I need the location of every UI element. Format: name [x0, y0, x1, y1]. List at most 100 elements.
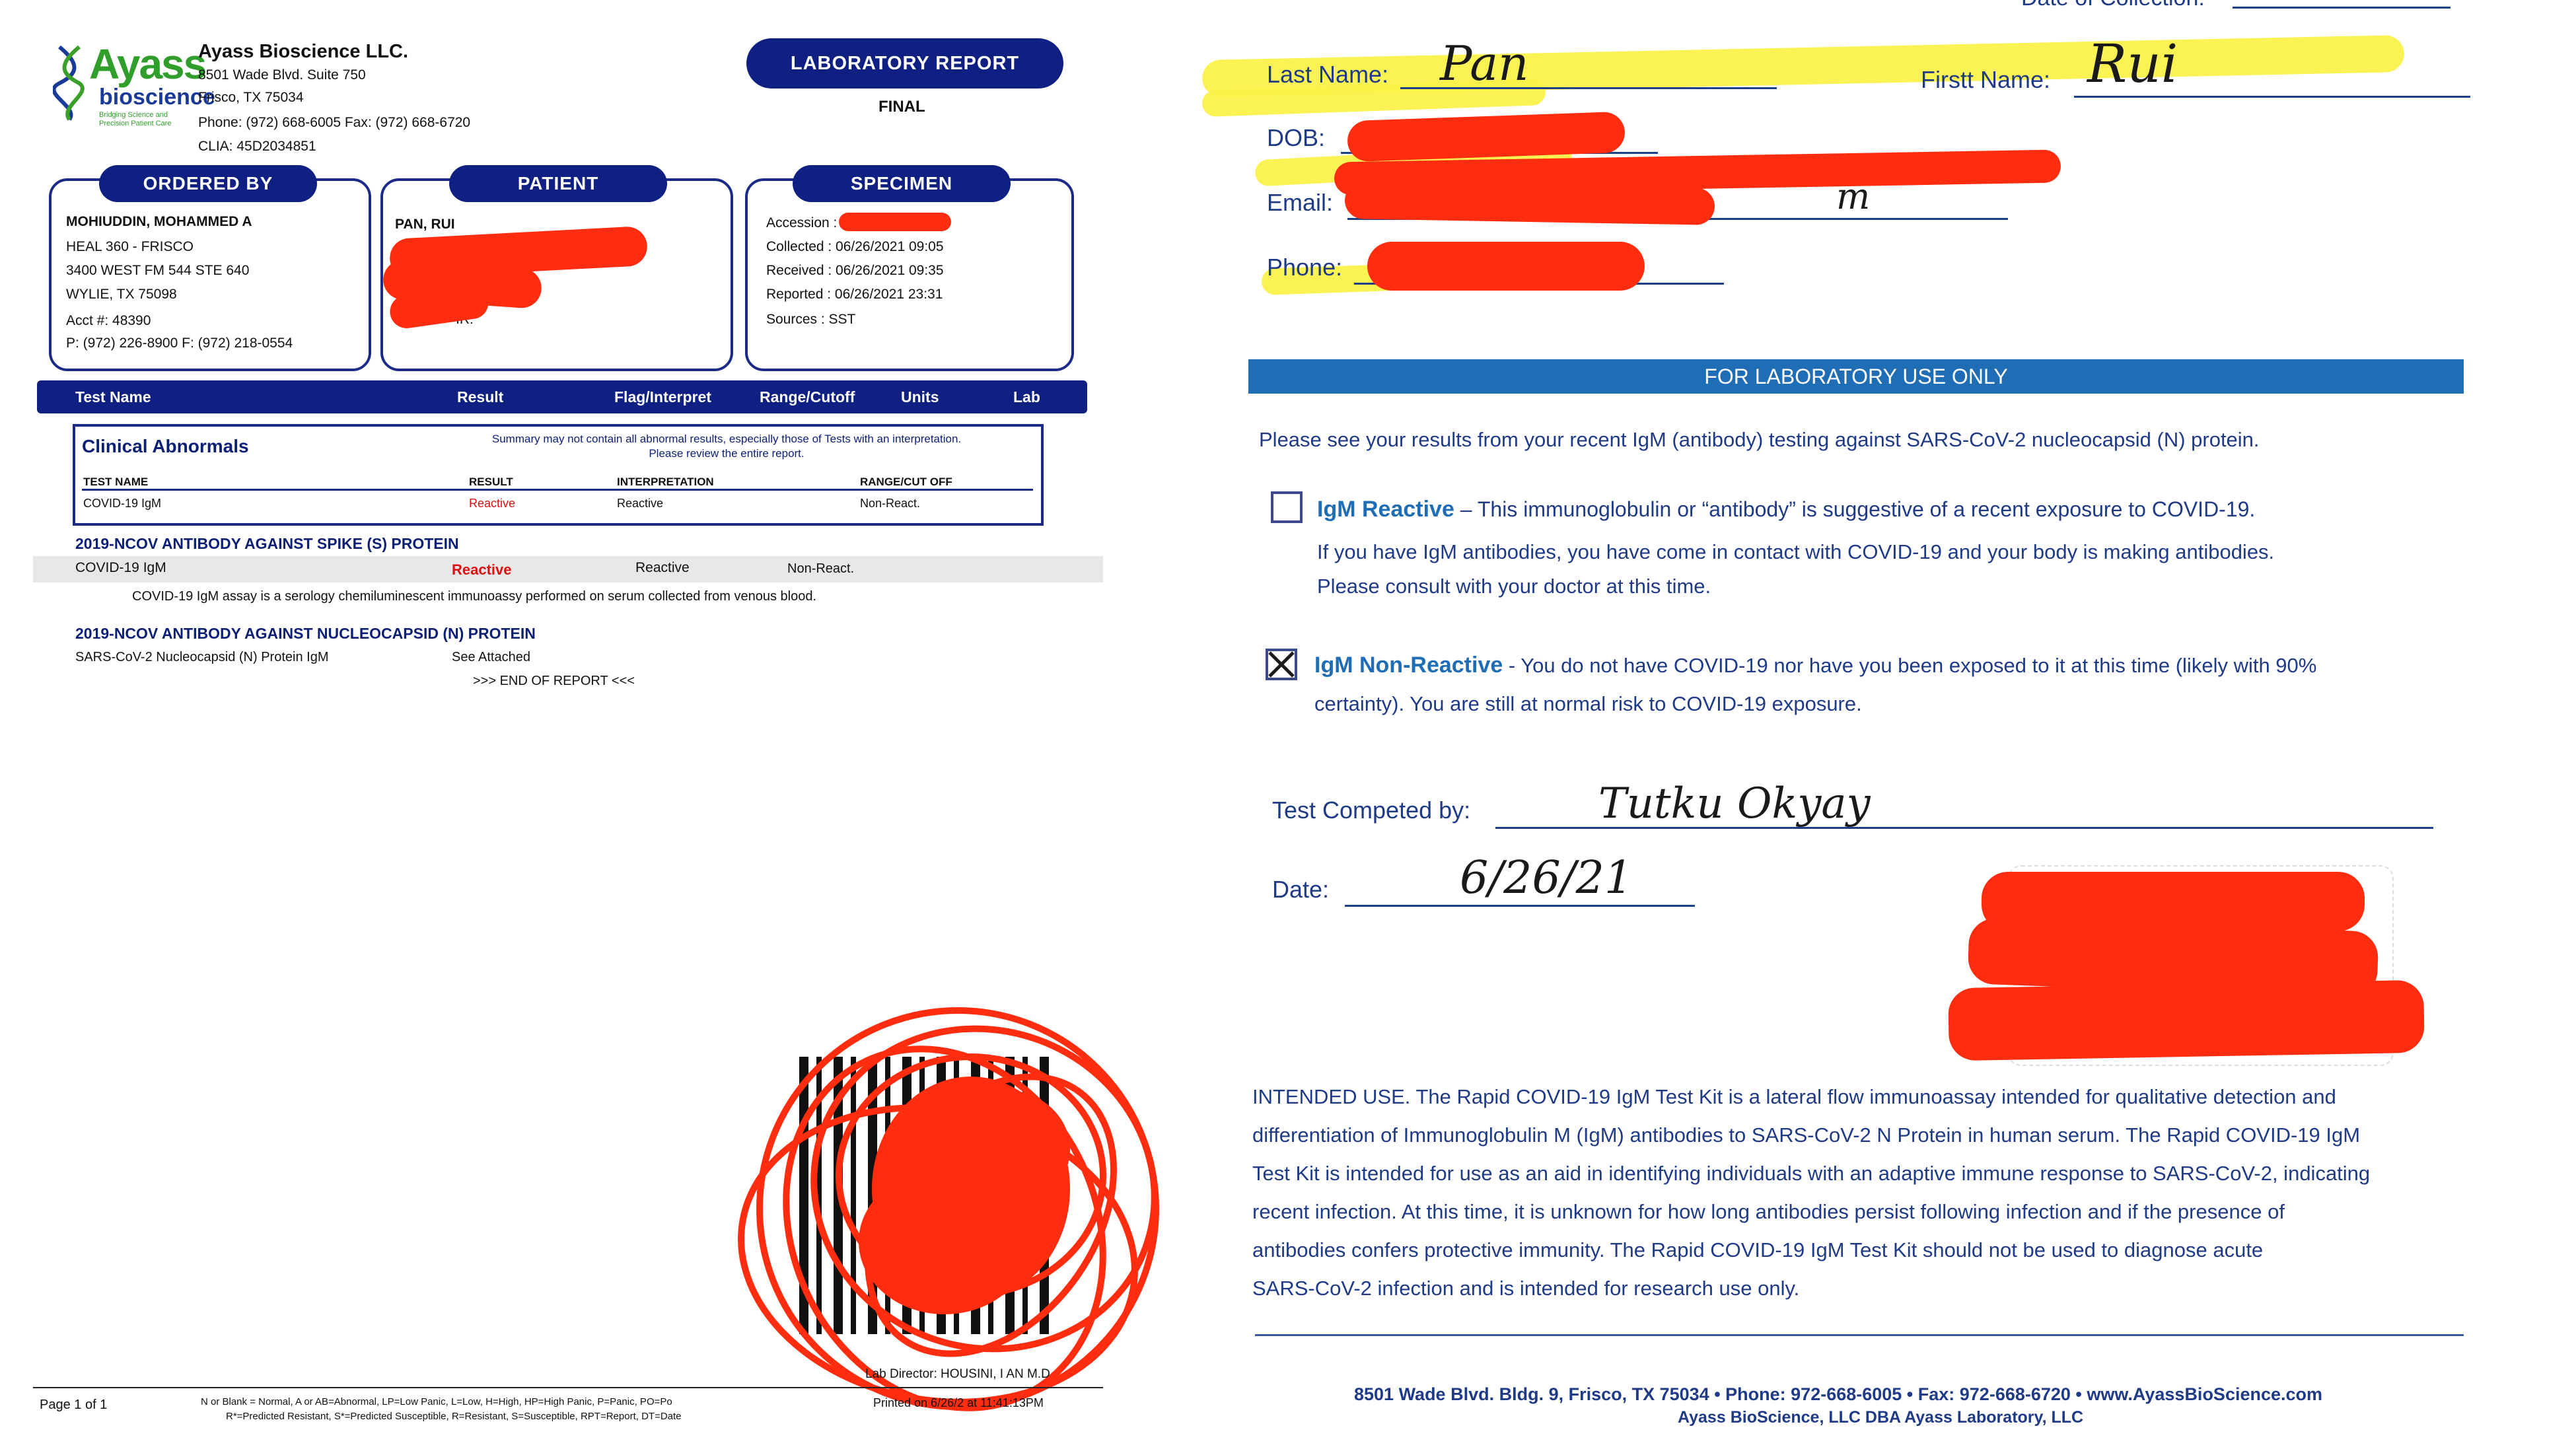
clinical-row-range: Non-React. [860, 497, 921, 510]
specimen-collected: Collected : 06/26/2021 09:05 [766, 239, 944, 254]
intended-line-3: Test Kit is intended for use as an aid i… [1252, 1162, 2371, 1185]
completed-by-signature: Tutku Okyay [1598, 779, 1871, 828]
orderer-street: 3400 WEST FM 544 STE 640 [66, 263, 250, 278]
specimen-received: Received : 06/26/2021 09:35 [766, 263, 944, 278]
ordered-by-header: ORDERED BY [99, 165, 317, 202]
col-flag: Flag/Interpret [614, 388, 711, 406]
first-name-line [2074, 96, 2470, 98]
logo-word: Ayass [89, 40, 207, 88]
clinical-h-test: TEST NAME [83, 476, 149, 488]
clinical-h-result: RESULT [469, 476, 513, 488]
specimen-sources: Sources : SST [766, 312, 856, 327]
igm-nonreactive-line1: IgM Non-Reactive - You do not have COVID… [1314, 653, 2316, 678]
date-value: 6/26/21 [1460, 852, 1633, 904]
dob-label: DOB: [1267, 124, 1326, 151]
specimen-accession: Accession : [766, 215, 838, 230]
intended-line-5: antibodies confers protective immunity. … [1252, 1238, 2264, 1261]
logo-tagline: Bridging Science and Precision Patient C… [99, 111, 172, 127]
report-title-pill: LABORATORY REPORT [746, 38, 1063, 89]
date-label: Date: [1272, 876, 1330, 903]
igm-nonreactive-line2: certainty). You are still at normal risk… [1314, 692, 1862, 715]
email-label: Email: [1267, 189, 1334, 216]
orderer-acct: Acct #: 48390 [66, 313, 151, 328]
ayass-logo: Ayass bioscience Bridging Science and Pr… [53, 40, 215, 132]
igm-nonreactive-checkbox[interactable] [1266, 649, 1297, 680]
collection-date-partial: Date of Collection: [2021, 0, 2205, 11]
collection-date-line [2233, 7, 2451, 9]
col-result: Result [457, 388, 504, 406]
clinical-header-line [82, 489, 1033, 491]
spike-test: COVID-19 IgM [75, 560, 166, 575]
patient-name: PAN, RUI [395, 217, 455, 232]
footer-company: Ayass BioScience, LLC DBA Ayass Laborato… [1678, 1408, 2084, 1427]
igm-reactive-text1: – This immunoglobulin or “antibody” is s… [1454, 497, 2256, 521]
clinical-h-range: RANGE/CUT OFF [860, 476, 952, 488]
spike-interp: Reactive [635, 560, 690, 575]
specimen-reported: Reported : 06/26/2021 23:31 [766, 287, 943, 302]
orderer-name: MOHIUDDIN, MOHAMMED A [66, 214, 252, 229]
footer-address: 8501 Wade Blvd. Bldg. 9, Frisco, TX 7503… [1354, 1384, 2323, 1404]
lab-name: Ayass Bioscience LLC. [198, 41, 409, 62]
last-name-value: Pan [1440, 36, 1529, 91]
footer-line [33, 1387, 1103, 1388]
col-test-name: Test Name [75, 388, 151, 406]
clinical-row-result: Reactive [469, 497, 516, 510]
col-range: Range/Cutoff [760, 388, 855, 406]
signature-scribble-redaction [738, 1007, 1159, 1411]
section-spike-row-bg [33, 556, 1103, 583]
printed-on: Printed on 6/26/2 at 11:41:13PM [873, 1396, 1044, 1409]
orderer-phone: P: (972) 226-8900 F: (972) 218-0554 [66, 336, 293, 351]
patient-header: PATIENT [449, 165, 667, 202]
orderer-city: WYLIE, TX 75098 [66, 287, 177, 302]
section-spike-title: 2019-NCOV ANTIBODY AGAINST SPIKE (S) PRO… [75, 535, 459, 552]
lab-report-page: Ayass bioscience Bridging Science and Pr… [0, 0, 1163, 1453]
intended-line-4: recent infection. At this time, it is un… [1252, 1200, 2285, 1223]
col-lab: Lab [1013, 388, 1040, 406]
igm-nonreactive-text1: - You do not have COVID-19 nor have you … [1503, 654, 2317, 677]
intended-line-1: INTENDED USE. The Rapid COVID-19 IgM Tes… [1252, 1085, 2336, 1108]
col-units: Units [901, 388, 939, 406]
spike-range: Non-React. [787, 561, 855, 576]
email-partial: m [1836, 176, 1871, 217]
igm-reactive-checkbox[interactable] [1271, 491, 1303, 523]
end-of-report: >>> END OF REPORT <<< [473, 674, 635, 688]
clinical-row-test: COVID-19 IgM [83, 497, 162, 510]
checkbox-x-icon [1268, 651, 1295, 678]
first-name-value: Rui [2087, 33, 2178, 94]
dob-redaction [1347, 111, 1626, 162]
spike-note: COVID-19 IgM assay is a serology chemilu… [132, 589, 816, 604]
igm-reactive-line1: IgM Reactive – This immunoglobulin or “a… [1317, 497, 2255, 522]
completed-by-label: Test Competed by: [1272, 797, 1471, 824]
intended-line-6: SARS-CoV-2 infection and is intended for… [1252, 1277, 1800, 1300]
results-intro: Please see your results from your recent… [1259, 428, 2260, 451]
first-name-label: Firstt Name: [1921, 66, 2051, 93]
igm-reactive-line2: If you have IgM antibodies, you have com… [1317, 540, 2275, 563]
igm-reactive-line3: Please consult with your doctor at this … [1317, 575, 1711, 598]
igm-result-page: Date of Collection: Last Name: Pan First… [1176, 0, 2576, 1453]
nucleo-result: See Attached [452, 650, 530, 664]
clinical-row-interp: Reactive [617, 497, 664, 510]
intended-line-2: differentiation of Immunoglobulin M (IgM… [1252, 1123, 2361, 1147]
clinical-note: Summary may not contain all abnormal res… [491, 433, 962, 460]
footer-divider [1255, 1334, 2464, 1336]
clinical-h-interp: INTERPRETATION [617, 476, 714, 488]
last-name-label: Last Name: [1267, 61, 1389, 88]
date-line [1345, 905, 1695, 907]
email-redaction [1344, 182, 1715, 225]
flag-legend-1: N or Blank = Normal, A or AB=Abnormal, L… [201, 1396, 672, 1407]
lab-address2: Frisco, TX 75034 [198, 90, 304, 105]
phone-label: Phone: [1267, 254, 1343, 281]
report-status: FINAL [878, 98, 925, 116]
section-nucleo-title: 2019-NCOV ANTIBODY AGAINST NUCLEOCAPSID … [75, 625, 536, 642]
lab-director: Lab Director: HOUSINI, I AN M.D [865, 1367, 1050, 1381]
lab-clia: CLIA: 45D2034851 [198, 139, 316, 154]
dna-helix-icon [53, 45, 85, 121]
phone-redaction [1367, 242, 1645, 291]
flag-legend-2: R*=Predicted Resistant, S*=Predicted Sus… [226, 1411, 682, 1422]
lab-address1: 8501 Wade Blvd. Suite 750 [198, 67, 366, 83]
nucleo-test: SARS-CoV-2 Nucleocapsid (N) Protein IgM [75, 650, 329, 664]
specimen-header: SPECIMEN [793, 165, 1011, 202]
spike-result: Reactive [452, 561, 512, 578]
page-number: Page 1 of 1 [40, 1398, 108, 1412]
lab-use-bar: FOR LABORATORY USE ONLY [1248, 359, 2464, 394]
